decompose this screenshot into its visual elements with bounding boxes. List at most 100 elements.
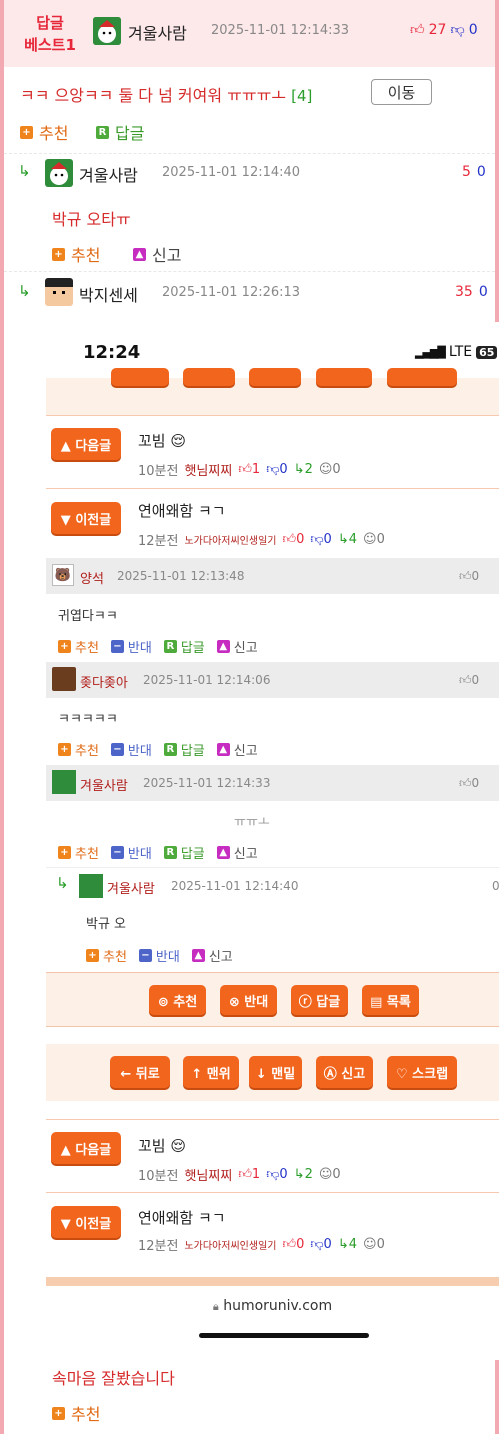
next-post-title[interactable]: 꼬빔 😌 — [138, 430, 186, 451]
reply-count: ↳4 — [337, 1237, 358, 1252]
comment-actions: + 추천 − 반대 R 답글 ▲ 신고 — [58, 843, 258, 862]
recommend-button[interactable]: + 추천 — [58, 637, 99, 656]
up-count: 👍︎1 — [238, 1167, 261, 1182]
avatar[interactable] — [52, 667, 76, 691]
best-text: ㅋㅋ 으앙ㅋㅋ 둘 다 넘 커여워 ㅠㅠㅠㅗ — [20, 86, 287, 105]
top-cut-button[interactable] — [387, 368, 457, 386]
button-strip-top — [46, 368, 499, 416]
best-reply-header: 답글 베스트1 겨울사람 2025-11-01 12:14:33 👍︎ 27 👎︎… — [4, 0, 495, 67]
recommend-button[interactable]: + 추천 — [20, 120, 68, 144]
divider — [46, 1192, 499, 1193]
top-cut-button[interactable] — [111, 368, 169, 386]
next-post-title[interactable]: 꼬빔 😌 — [138, 1135, 186, 1156]
list-button[interactable]: ▤ 목록 — [362, 985, 419, 1015]
report-button[interactable]: ▲ 신고 — [191, 946, 233, 965]
nickname[interactable]: 겨울사람 — [79, 162, 138, 186]
reply-count: ↳2 — [293, 1167, 313, 1182]
comment-nick[interactable]: 겨울사람 — [80, 775, 128, 794]
report-button[interactable]: ▲ 신고 — [216, 637, 258, 656]
comment-body: 박규 오 — [86, 917, 127, 932]
prev-post-title[interactable]: 연애왜함 ㅋㄱ — [138, 500, 226, 521]
reply-button[interactable]: R 답글 — [163, 637, 205, 656]
scrap-button[interactable]: ♡ 스크랩 — [387, 1056, 457, 1088]
prev-post-title[interactable]: 연애왜함 ㅋㄱ — [138, 1207, 226, 1228]
reply-button[interactable]: ⓡ 답글 — [291, 985, 348, 1015]
comment-nick[interactable]: 좆다좆아 — [80, 672, 128, 691]
divider — [4, 271, 495, 272]
avatar[interactable] — [52, 770, 76, 794]
browser-url-bar[interactable]: 🔒︎ humoruniv.com — [46, 1286, 499, 1360]
nickname[interactable]: 박지센세 — [79, 282, 138, 306]
comment-nick[interactable]: 양석 — [80, 568, 104, 587]
url-text[interactable]: 🔒︎ humoruniv.com — [46, 1298, 499, 1314]
post-age: 10분전 — [138, 1169, 179, 1184]
recommend-button[interactable]: + 추천 — [86, 946, 127, 965]
comment-nick[interactable]: 겨울사람 — [107, 878, 155, 897]
report-button[interactable]: Ⓐ 신고 — [316, 1056, 373, 1088]
prev-post-meta: 12분전 노가다아저씨인생일기 👍︎0 👎︎0 ↳4 ☺0 — [138, 1235, 385, 1254]
back-button[interactable]: ← 뒤로 — [110, 1056, 170, 1088]
reply-button[interactable]: R 답글 — [163, 843, 205, 862]
reply-count[interactable]: [4] — [291, 87, 312, 105]
avatar[interactable] — [79, 874, 103, 898]
oppose-button[interactable]: ⊗ 반대 — [220, 985, 277, 1015]
comment-header: 좆다좆아 2025-11-01 12:14:06 👍︎0 — [46, 662, 499, 698]
recommend-button[interactable]: ⊚ 추천 — [149, 985, 206, 1015]
recommend-button[interactable]: + 추천 — [58, 843, 99, 862]
post-author[interactable]: 노가다아저씨인생일기 — [184, 1237, 276, 1252]
vote-counts: 35 0 — [455, 284, 488, 300]
recommend-label: 추천 — [71, 1405, 101, 1424]
post-author[interactable]: 햇님찌찌 — [184, 460, 232, 479]
network-label: LTE — [448, 344, 473, 360]
views-count: ☺0 — [318, 462, 341, 477]
thumb-up-icon[interactable]: 👍︎ — [410, 21, 425, 38]
down-count: 0 — [478, 284, 488, 300]
avatar[interactable] — [45, 278, 73, 306]
prev-post-button[interactable]: ▼ 이전글 — [51, 502, 121, 534]
report-button[interactable]: ▲ 신고 — [133, 242, 181, 266]
signal-icon: ▂▄▆█ — [415, 345, 446, 359]
post-author[interactable]: 노가다아저씨인생일기 — [184, 532, 276, 547]
divider — [46, 415, 499, 416]
top-cut-button[interactable] — [249, 368, 301, 386]
up-count: 5 — [462, 164, 471, 180]
move-button[interactable]: 이동 — [371, 79, 432, 105]
report-button[interactable]: ▲ 신고 — [216, 740, 258, 759]
top-button[interactable]: ↑ 맨위 — [183, 1056, 239, 1088]
oppose-button[interactable]: − 반대 — [138, 946, 180, 965]
bottom-button[interactable]: ↓ 맨밑 — [249, 1056, 302, 1088]
down-count: 0 — [468, 21, 478, 38]
reply-button[interactable]: R 답글 — [163, 740, 205, 759]
report-button[interactable]: ▲ 신고 — [216, 843, 258, 862]
avatar[interactable] — [45, 159, 73, 187]
top-cut-button[interactable] — [316, 368, 372, 386]
views-count: ☺0 — [318, 1167, 341, 1182]
oppose-button[interactable]: − 반대 — [110, 740, 152, 759]
thumb-down-icon[interactable]: 👎︎ — [450, 21, 464, 38]
post-author[interactable]: 햇님찌찌 — [184, 1165, 232, 1184]
avatar[interactable]: 🐻 — [52, 564, 74, 586]
next-post-button[interactable]: ▲ 다음글 — [51, 428, 121, 460]
recommend-button[interactable]: + 추천 — [58, 740, 99, 759]
oppose-button[interactable]: − 반대 — [110, 843, 152, 862]
oppose-button[interactable]: − 반대 — [110, 637, 152, 656]
recommend-button[interactable]: + 추천 — [52, 1401, 100, 1425]
avatar[interactable] — [93, 17, 121, 45]
best-comment-text: ㅋㅋ 으앙ㅋㅋ 둘 다 넘 커여워 ㅠㅠㅠㅗ [4] — [20, 82, 312, 106]
next-post-meta: 10분전 햇님찌찌 👍︎1 👎︎0 ↳2 ☺0 — [138, 1165, 341, 1184]
nickname[interactable]: 겨울사람 — [128, 20, 187, 44]
post-age: 12분전 — [138, 1239, 179, 1254]
next-post-button[interactable]: ▲ 다음글 — [51, 1132, 121, 1164]
recommend-button[interactable]: + 추천 — [52, 242, 100, 266]
prev-post-button[interactable]: ▼ 이전글 — [51, 1206, 121, 1238]
recommend-label: 추천 — [39, 124, 69, 143]
comment-body: ㅋㅋㅋㅋㅋ — [58, 712, 118, 727]
top-cut-button[interactable] — [183, 368, 235, 386]
reply-r-icon: R — [96, 125, 109, 139]
reply-count: ↳2 — [293, 462, 313, 477]
down-count: 👎︎0 — [266, 462, 288, 477]
comment-timestamp: 2025-11-01 12:14:33 — [143, 776, 271, 790]
reply-button[interactable]: R 답글 — [96, 120, 144, 144]
vote-counts: 👍︎ 27 👎︎ 0 — [410, 21, 478, 39]
timestamp: 2025-11-01 12:14:33 — [211, 23, 350, 38]
